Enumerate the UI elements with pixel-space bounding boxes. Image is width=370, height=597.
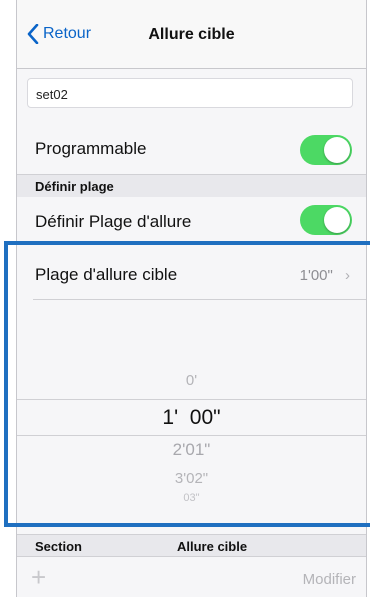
target-range-value-wrap: 1'00" › <box>300 267 350 284</box>
picker-item-below-3[interactable]: 03" <box>17 492 366 504</box>
plus-icon: + <box>31 562 47 592</box>
picker-selected-item[interactable]: 1' 00" <box>17 406 366 430</box>
pace-picker[interactable]: 0' 1' 00" 2'01" 3'02" 03" <box>17 300 366 525</box>
target-range-value: 1'00" <box>299 267 333 284</box>
picker-selection-top-line <box>17 399 366 400</box>
section-header-label: Définir plage <box>35 179 114 194</box>
target-range-label: Plage d'allure cible <box>35 265 178 284</box>
phone-screen: Retour Allure cible set02 Programmable D… <box>16 0 367 597</box>
workout-name-field[interactable]: set02 <box>27 78 353 108</box>
target-range-row[interactable]: Plage d'allure cible 1'00" › <box>17 251 366 299</box>
picker-selection-bottom-line <box>17 435 366 436</box>
programmable-label: Programmable <box>35 139 147 158</box>
define-range-section-header: Définir plage <box>17 174 366 198</box>
modify-button[interactable]: Modifier <box>303 571 356 588</box>
programmable-row: Programmable <box>17 126 366 174</box>
chevron-right-icon: › <box>345 267 350 284</box>
programmable-toggle[interactable] <box>300 135 352 165</box>
section-column-label: Section <box>35 539 82 554</box>
bottom-toolbar: + Modifier <box>17 556 366 597</box>
target-column-label: Allure cible <box>177 539 248 554</box>
add-button[interactable]: + <box>31 562 46 593</box>
section-table-header: Section Allure cible <box>17 534 366 558</box>
picker-item-below-2[interactable]: 3'02" <box>17 470 366 487</box>
define-range-label: Définir Plage d'allure <box>35 212 192 231</box>
picker-item-below-1[interactable]: 2'01" <box>17 440 366 460</box>
picker-item-above[interactable]: 0' <box>17 372 366 389</box>
define-range-row: Définir Plage d'allure <box>17 197 366 243</box>
define-range-toggle[interactable] <box>300 205 352 235</box>
navigation-bar: Retour Allure cible <box>17 0 366 69</box>
page-title: Allure cible <box>148 26 235 43</box>
